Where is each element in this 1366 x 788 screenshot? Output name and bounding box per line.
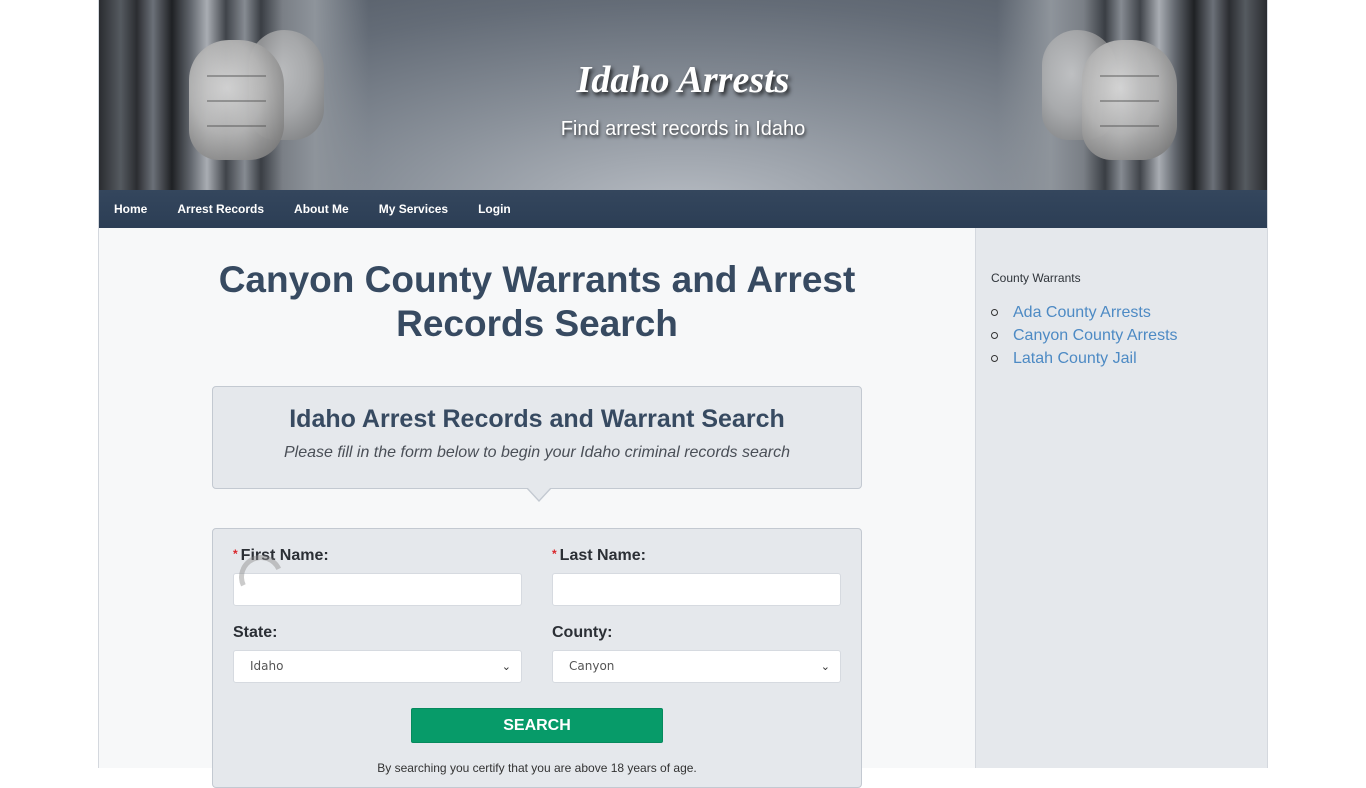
first-name-field: * First Name: — [233, 547, 522, 606]
state-selected-value: Idaho — [250, 659, 284, 673]
nav-login[interactable]: Login — [478, 202, 511, 216]
nav-arrest-records[interactable]: Arrest Records — [177, 202, 264, 216]
link-latah-county-jail[interactable]: Latah County Jail — [1013, 350, 1137, 368]
page-title: Canyon County Warrants and Arrest Record… — [218, 259, 856, 344]
list-item: Canyon County Arrests — [991, 324, 1252, 347]
main-nav: Home Arrest Records About Me My Services… — [99, 190, 1267, 228]
search-intro-box: Idaho Arrest Records and Warrant Search … — [212, 386, 862, 502]
link-ada-county-arrests[interactable]: Ada County Arrests — [1013, 304, 1151, 322]
county-field: County: Canyon ⌄ — [552, 624, 841, 683]
main-column: Canyon County Warrants and Arrest Record… — [99, 228, 975, 788]
list-item: Ada County Arrests — [991, 301, 1252, 324]
state-label: State: — [233, 624, 278, 641]
chevron-down-icon: ⌄ — [501, 660, 511, 673]
site-header: Idaho Arrests Find arrest records in Ida… — [99, 0, 1267, 190]
last-name-label: * Last Name: — [552, 547, 646, 564]
age-disclaimer: By searching you certify that you are ab… — [377, 761, 697, 775]
nav-my-services[interactable]: My Services — [379, 202, 448, 216]
last-name-field: * Last Name: — [552, 547, 841, 606]
search-button[interactable]: SEARCH — [411, 708, 663, 743]
county-label: County: — [552, 624, 613, 641]
link-canyon-county-arrests[interactable]: Canyon County Arrests — [1013, 327, 1178, 345]
chevron-down-icon: ⌄ — [820, 660, 830, 673]
circle-bullet-icon — [991, 309, 998, 316]
county-selected-value: Canyon — [569, 659, 615, 673]
county-select[interactable]: Canyon ⌄ — [552, 650, 841, 683]
first-name-label: * First Name: — [233, 547, 329, 564]
content-area: Canyon County Warrants and Arrest Record… — [99, 228, 1267, 788]
nav-home[interactable]: Home — [114, 202, 147, 216]
list-item: Latah County Jail — [991, 347, 1252, 370]
circle-bullet-icon — [991, 332, 998, 339]
required-marker: * — [552, 547, 557, 561]
sidebar-title: County Warrants — [991, 271, 1081, 285]
state-field: State: Idaho ⌄ — [233, 624, 522, 683]
circle-bullet-icon — [991, 355, 998, 362]
search-intro-subtext: Please fill in the form below to begin y… — [283, 444, 791, 461]
search-form: * First Name: * Last Name: State: Idaho ⌄ — [212, 528, 862, 788]
pointer-arrow-icon — [526, 487, 552, 502]
site-tagline: Find arrest records in Idaho — [560, 118, 806, 140]
first-name-input[interactable] — [233, 573, 522, 606]
state-select[interactable]: Idaho ⌄ — [233, 650, 522, 683]
sidebar: County Warrants Ada County Arrests Canyo… — [975, 228, 1267, 768]
nav-about-me[interactable]: About Me — [294, 202, 349, 216]
site-title[interactable]: Idaho Arrests — [99, 58, 1267, 102]
search-intro-heading: Idaho Arrest Records and Warrant Search — [289, 405, 785, 433]
required-marker: * — [233, 547, 238, 561]
county-links-list: Ada County Arrests Canyon County Arrests… — [991, 301, 1252, 370]
page-wrapper: Idaho Arrests Find arrest records in Ida… — [98, 0, 1268, 788]
last-name-input[interactable] — [552, 573, 841, 606]
